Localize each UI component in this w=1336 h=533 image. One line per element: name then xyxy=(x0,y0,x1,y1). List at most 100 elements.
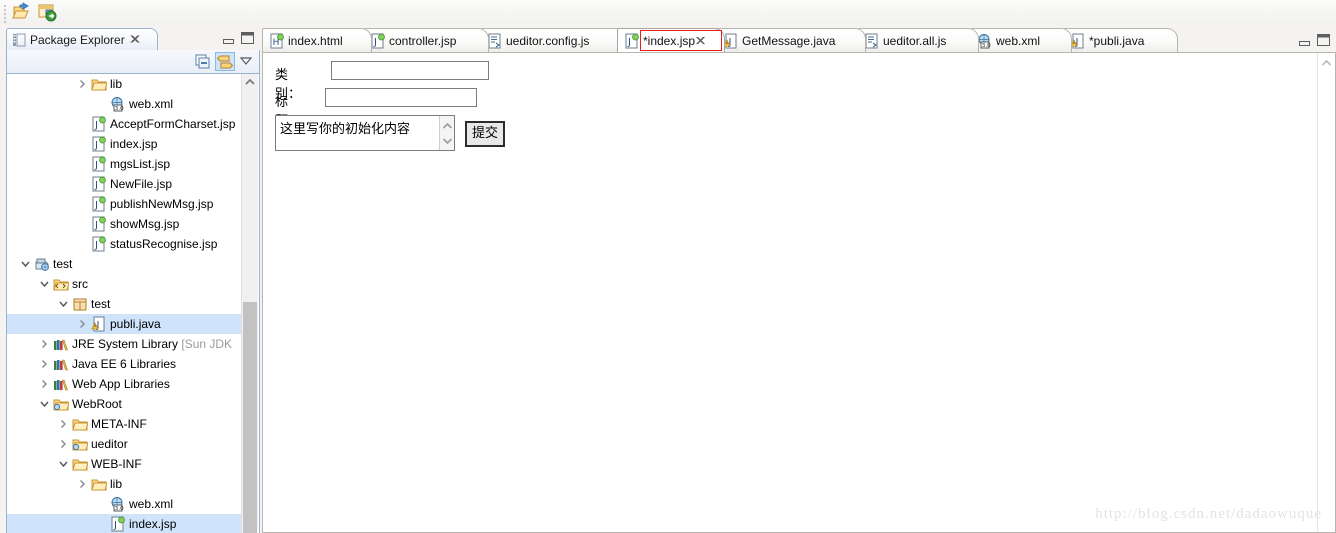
tree-item[interactable]: test xyxy=(7,254,243,274)
maximize-icon[interactable] xyxy=(241,32,254,44)
tree-item[interactable]: JshowMsg.jsp xyxy=(7,214,243,234)
chevron-right-icon[interactable] xyxy=(78,319,87,329)
link-with-editor-button[interactable] xyxy=(215,52,235,71)
tree-item-label: Web App Libraries xyxy=(72,377,170,391)
svg-text:J: J xyxy=(94,180,98,191)
tree-item[interactable]: META-INF xyxy=(7,414,243,434)
java-warning-icon: J xyxy=(723,33,738,49)
xml-file-icon: 3.0 xyxy=(977,33,992,49)
jsp-file-icon: J xyxy=(110,516,126,532)
chevron-right-icon[interactable] xyxy=(40,379,49,389)
tree-item-label: index.jsp xyxy=(129,517,177,531)
tree-item[interactable]: JstatusRecognise.jsp xyxy=(7,234,243,254)
editor-tab[interactable]: J *publi.java xyxy=(1063,28,1178,52)
chevron-right-icon[interactable] xyxy=(59,439,68,449)
editor-tab[interactable]: 3.0 web.xml xyxy=(970,28,1072,52)
svg-text:J: J xyxy=(94,240,98,251)
svg-text:J: J xyxy=(94,220,98,231)
tree-item[interactable]: JRE System Library [Sun JDK xyxy=(7,334,243,354)
editor-tab-label: GetMessage.java xyxy=(742,34,836,48)
main-toolbar xyxy=(0,0,1336,24)
tree-item[interactable]: WEB-INF xyxy=(7,454,243,474)
tree-item[interactable]: J AcceptFormCharset.jsp xyxy=(7,114,243,134)
editor-tab[interactable]: ueditor.all.js xyxy=(857,28,979,52)
chevron-right-icon[interactable] xyxy=(40,359,49,369)
title-input[interactable] xyxy=(325,88,477,107)
tree-item[interactable]: JmgsList.jsp xyxy=(7,154,243,174)
scroll-up-icon[interactable] xyxy=(1320,57,1333,72)
editor-tab[interactable]: J GetMessage.java xyxy=(716,28,866,52)
package-explorer-window-buttons xyxy=(214,31,258,47)
library-icon xyxy=(53,376,69,392)
toolbar-drag-handle[interactable] xyxy=(3,3,7,23)
chevron-down-icon[interactable] xyxy=(442,135,453,145)
category-input[interactable] xyxy=(331,61,489,80)
tree-item-suffix: [Sun JDK xyxy=(178,337,233,351)
tree-arrow-placeholder xyxy=(78,179,87,189)
editor-tab-label: ueditor.config.js xyxy=(506,34,590,48)
watermark-text: http://blog.csdn.net/dadaowuque xyxy=(1095,506,1322,522)
editor-tab-bar[interactable]: Hindex.html Jcontroller.jsp ueditor.config… xyxy=(262,28,1336,52)
editor-tab[interactable]: Jcontroller.jsp xyxy=(363,28,489,52)
chevron-down-icon[interactable] xyxy=(40,399,49,409)
tree-item[interactable]: Jpubli.java xyxy=(7,314,243,334)
collapse-all-button[interactable] xyxy=(193,52,213,71)
tree-item[interactable]: Jindex.jsp xyxy=(7,134,243,154)
tree-item[interactable]: WebRoot xyxy=(7,394,243,414)
new-wizard-icon[interactable] xyxy=(37,2,59,22)
chevron-down-icon[interactable] xyxy=(237,52,257,71)
chevron-right-icon[interactable] xyxy=(78,79,87,89)
tree-vertical-scrollbar[interactable] xyxy=(241,74,258,533)
project-tree[interactable]: lib 3.0 web.xml J AcceptFormCharset.jsp Jinde… xyxy=(7,74,243,533)
minimize-icon[interactable] xyxy=(223,35,234,44)
maximize-icon[interactable] xyxy=(1317,34,1330,46)
editor-tab[interactable]: Hindex.html xyxy=(262,28,372,52)
tree-item-label: web.xml xyxy=(129,497,174,511)
tree-item[interactable]: JpublishNewMsg.jsp xyxy=(7,194,243,214)
scroll-up-icon[interactable] xyxy=(242,74,258,90)
chevron-right-icon[interactable] xyxy=(78,479,87,489)
tree-arrow-placeholder xyxy=(78,159,87,169)
package-explorer-tree-container: lib 3.0 web.xml J AcceptFormCharset.jsp Jinde… xyxy=(6,74,260,533)
tree-item[interactable]: 3.0 web.xml xyxy=(7,94,243,114)
submit-button[interactable]: 提交 xyxy=(465,121,505,147)
tab-package-explorer[interactable]: Package Explorer xyxy=(6,28,158,50)
tree-item-label: META-INF xyxy=(91,417,147,431)
content-textarea[interactable]: 这里写你的初始化内容 xyxy=(275,115,455,151)
editor-window-buttons xyxy=(1292,32,1332,48)
chevron-up-icon[interactable] xyxy=(442,120,453,130)
textarea-scrollbar[interactable] xyxy=(439,116,454,150)
jsp-file-icon: J xyxy=(91,116,107,132)
svg-text:J: J xyxy=(373,37,377,48)
tree-item[interactable]: ueditor xyxy=(7,434,243,454)
tree-item[interactable]: J NewFile.jsp xyxy=(7,174,243,194)
tree-scroll-thumb[interactable] xyxy=(243,302,257,533)
tree-item[interactable]: Jindex.jsp xyxy=(7,514,243,533)
html-file-icon: H xyxy=(269,33,284,49)
tree-item[interactable]: lib xyxy=(7,74,243,94)
open-folder-icon[interactable] xyxy=(12,2,34,22)
editor-tab[interactable]: J *index.jsp xyxy=(617,28,725,52)
minimize-icon[interactable] xyxy=(1299,37,1310,46)
close-icon[interactable] xyxy=(129,33,141,45)
tree-item[interactable]: test xyxy=(7,294,243,314)
editor-vertical-scrollbar[interactable] xyxy=(1317,53,1335,532)
jsp-file-icon: J xyxy=(91,156,107,172)
tree-item-label: WebRoot xyxy=(72,397,122,411)
js-file-icon xyxy=(487,33,502,49)
svg-text:J: J xyxy=(627,37,631,48)
chevron-down-icon[interactable] xyxy=(59,459,68,469)
editor-tab[interactable]: ueditor.config.js xyxy=(480,28,626,52)
chevron-right-icon[interactable] xyxy=(59,419,68,429)
tree-item[interactable]: 3.0 web.xml xyxy=(7,494,243,514)
jsp-file-icon: J xyxy=(370,33,385,49)
tree-item[interactable]: Web App Libraries xyxy=(7,374,243,394)
chevron-down-icon[interactable] xyxy=(59,299,68,309)
chevron-down-icon[interactable] xyxy=(40,279,49,289)
tree-item[interactable]: lib xyxy=(7,474,243,494)
chevron-down-icon[interactable] xyxy=(21,259,30,269)
chevron-right-icon[interactable] xyxy=(40,339,49,349)
tree-item[interactable]: src xyxy=(7,274,243,294)
tree-item[interactable]: Java EE 6 Libraries xyxy=(7,354,243,374)
editor-tab-label: controller.jsp xyxy=(389,34,457,48)
